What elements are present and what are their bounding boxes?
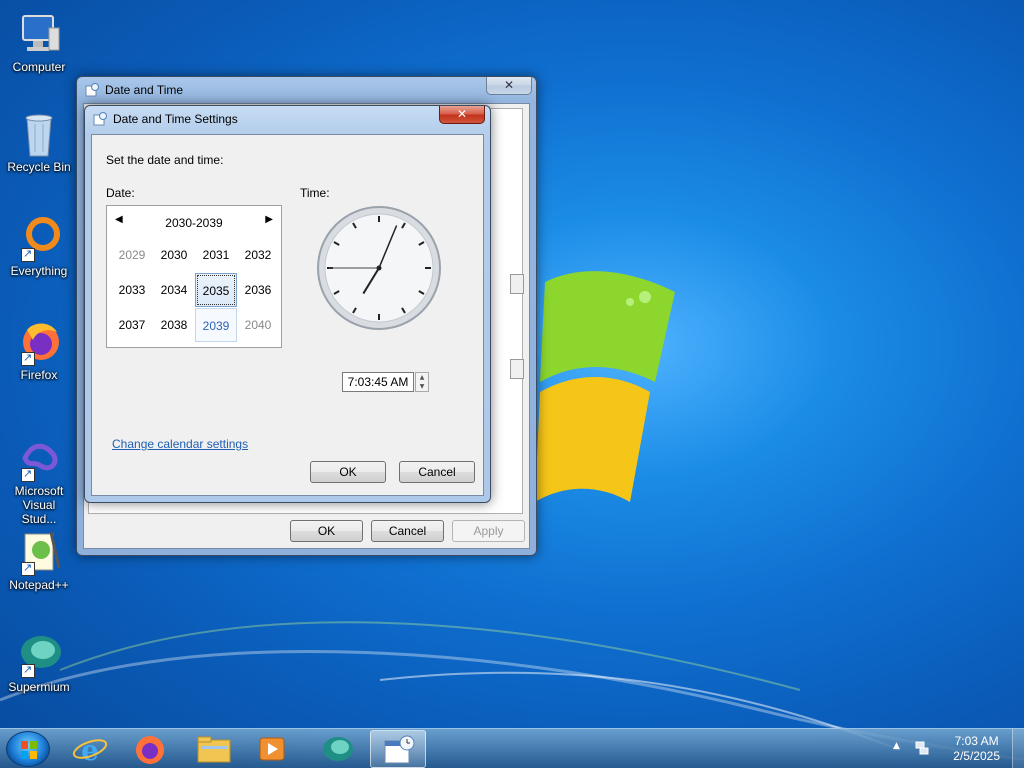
desktop-icon-visual-studio[interactable]: Microsoft Visual Stud... [4, 434, 74, 526]
firefox-icon [136, 736, 164, 764]
desktop-icon-label: Recycle Bin [7, 160, 71, 174]
desktop-icon-notepad-plus-plus[interactable]: Notepad++ [4, 528, 74, 592]
calendar-year-cell[interactable]: 2039 [195, 308, 237, 342]
windows-start-icon [21, 741, 37, 759]
taskbar-firefox[interactable] [122, 730, 178, 768]
tray-date: 2/5/2025 [953, 749, 1000, 763]
analog-clock [317, 206, 441, 330]
calendar-year-cell[interactable]: 2032 [237, 238, 279, 272]
ok-button[interactable]: OK [310, 461, 386, 483]
tray-expand-icon[interactable]: ▲ [893, 741, 900, 751]
calendar-decade-header[interactable]: 2030-2039 [107, 216, 281, 230]
show-desktop-button[interactable] [1012, 729, 1024, 768]
calendar-year-cell[interactable]: 2038 [153, 308, 195, 342]
date-label: Date: [106, 186, 135, 200]
calendar-year-cell[interactable]: 2029 [111, 238, 153, 272]
start-button[interactable] [6, 731, 50, 767]
tray-time: 7:03 AM [954, 734, 999, 748]
date-and-time-titlebar[interactable]: Date and Time ✕ [77, 77, 536, 103]
window-title: Date and Time [105, 83, 184, 97]
spin-down-icon[interactable]: ▼ [416, 382, 428, 391]
date-time-icon [384, 735, 415, 764]
file-explorer-icon [197, 736, 231, 763]
date-and-time-settings-dialog[interactable]: Date and Time Settings ✕ Set the date an… [84, 105, 491, 503]
settings-client: Set the date and time: Date: Time: ◀ 203… [91, 134, 484, 496]
time-input[interactable]: 7:03:45 AM [342, 372, 414, 392]
media-player-icon [259, 737, 285, 761]
taskbar: e ▲ 7:03 AM 2/5/2025 [0, 728, 1024, 768]
recycle-bin-icon [25, 114, 53, 157]
dialog-title: Date and Time Settings [113, 112, 238, 126]
desktop-icon-label: Firefox [20, 368, 58, 382]
network-icon[interactable] [915, 741, 929, 755]
calendar-year-cell[interactable]: 2036 [237, 273, 279, 307]
svg-text:e: e [81, 734, 99, 767]
desktop-icon-everything[interactable]: Everything [4, 214, 74, 278]
taskbar-date-and-time[interactable] [370, 730, 426, 768]
calendar-year-cell[interactable]: 2040 [237, 308, 279, 342]
internet-explorer-icon: e [72, 734, 108, 767]
cancel-button[interactable]: Cancel [399, 461, 475, 483]
calendar-year-cell[interactable]: 2035 [195, 273, 237, 307]
time-spinner[interactable]: ▲ ▼ [415, 372, 429, 392]
calendar-year-cell[interactable]: 2034 [153, 273, 195, 307]
desktop-icon-firefox[interactable]: Firefox [4, 318, 74, 382]
calendar-control[interactable]: ◀ 2030-2039 ▶ 2029 2030 2031 2032 2033 2034 20… [106, 205, 282, 348]
ok-button[interactable]: OK [290, 520, 363, 542]
computer-icon [22, 15, 60, 51]
desktop-icon-label: Notepad++ [9, 578, 69, 592]
calendar-year-cell[interactable]: 2031 [195, 238, 237, 272]
date-time-icon [93, 112, 107, 126]
close-button[interactable]: ✕ [439, 106, 485, 124]
settings-titlebar[interactable]: Date and Time Settings ✕ [85, 106, 490, 132]
desktop-icon-label: Everything [10, 264, 68, 278]
date-time-icon [85, 83, 99, 97]
tray-clock[interactable]: 7:03 AM 2/5/2025 [953, 734, 1000, 764]
windows-logo-wallpaper [535, 271, 675, 502]
spin-up-icon[interactable]: ▲ [416, 373, 428, 382]
apply-button: Apply [452, 520, 525, 542]
taskbar-file-explorer[interactable] [186, 730, 242, 768]
taskbar-internet-explorer[interactable]: e [62, 730, 118, 768]
calendar-year-cell[interactable]: 2033 [111, 273, 153, 307]
taskbar-media-player[interactable] [244, 730, 300, 768]
panel-button-fragment[interactable] [510, 274, 524, 294]
desktop-icon-label: Computer [12, 60, 66, 74]
change-calendar-settings-link[interactable]: Change calendar settings [112, 437, 248, 451]
calendar-next-arrow-icon[interactable]: ▶ [265, 214, 273, 225]
instruction-text: Set the date and time: [106, 153, 224, 167]
supermium-icon [323, 737, 353, 761]
desktop-icon-recycle-bin[interactable]: Recycle Bin [4, 110, 74, 174]
desktop-icon-label: Microsoft Visual Stud... [14, 484, 64, 526]
time-label: Time: [300, 186, 330, 200]
close-button[interactable]: ✕ [486, 77, 532, 95]
desktop-icon-label: Supermium [8, 680, 70, 694]
calendar-year-cell[interactable]: 2030 [153, 238, 195, 272]
panel-button-fragment[interactable] [510, 359, 524, 379]
desktop-icon-supermium[interactable]: Supermium [4, 630, 74, 694]
taskbar-supermium[interactable] [310, 730, 366, 768]
desktop-icon-computer[interactable]: Computer [4, 10, 74, 74]
calendar-year-cell[interactable]: 2037 [111, 308, 153, 342]
cancel-button[interactable]: Cancel [371, 520, 444, 542]
